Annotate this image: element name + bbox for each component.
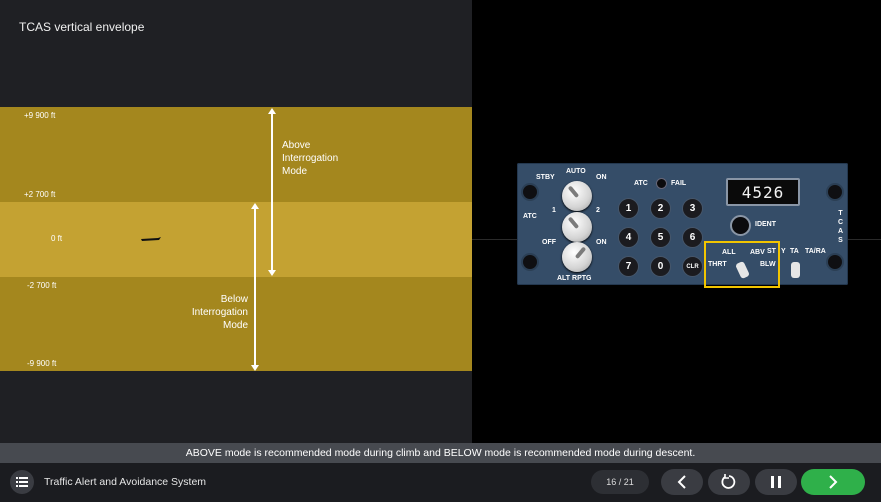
tcas-y-label: Y xyxy=(781,248,786,255)
panel-screw xyxy=(521,253,539,271)
chevron-right-icon xyxy=(829,475,838,489)
list-menu-icon xyxy=(16,477,28,487)
xpdr-2-label: 2 xyxy=(596,207,600,214)
panel-screw xyxy=(826,183,844,201)
key-1[interactable]: 1 xyxy=(618,198,639,219)
panel-screw xyxy=(826,253,844,271)
slide-title: TCAS vertical envelope xyxy=(19,20,145,34)
above-range-arrow xyxy=(271,113,273,270)
ident-label: IDENT xyxy=(755,221,776,228)
transponder-selector-knob[interactable] xyxy=(562,212,592,242)
upper-band xyxy=(0,107,472,202)
ident-button[interactable] xyxy=(730,215,751,236)
stby-label: STBY xyxy=(536,174,555,181)
slide-stage: TCAS vertical envelope +9 900 ft +2 700 … xyxy=(0,0,881,443)
previous-button[interactable] xyxy=(661,469,703,495)
below-arrow-head-bottom xyxy=(251,365,259,371)
key-0[interactable]: 0 xyxy=(650,256,671,277)
center-band xyxy=(0,202,472,277)
altitude-label: +2 700 ft xyxy=(24,190,56,199)
key-7[interactable]: 7 xyxy=(618,256,639,277)
envelope-diagram: TCAS vertical envelope +9 900 ft +2 700 … xyxy=(0,0,472,443)
above-mode-label: Above Interrogation Mode xyxy=(282,140,339,177)
replay-button[interactable] xyxy=(708,469,750,495)
mode-selector-knob[interactable] xyxy=(562,181,592,211)
xpdr-1-label: 1 xyxy=(552,207,556,214)
next-button[interactable] xyxy=(801,469,865,495)
atc-side-label: ATC xyxy=(523,213,537,220)
alt-on-label: ON xyxy=(596,239,607,246)
key-3[interactable]: 3 xyxy=(682,198,703,219)
course-title: Traffic Alert and Avoidance System xyxy=(44,476,207,488)
range-switch-highlight xyxy=(704,241,780,288)
atc-fail-label: FAIL xyxy=(671,180,687,187)
pause-button[interactable] xyxy=(755,469,797,495)
on-label: ON xyxy=(596,174,607,181)
panel-screw xyxy=(521,183,539,201)
alt-rptg-label: ALT RPTG xyxy=(557,275,592,282)
tcas-ta-label: TA xyxy=(790,248,799,255)
altitude-label: -9 900 ft xyxy=(27,359,57,368)
above-arrow-head-bottom xyxy=(268,270,276,276)
chevron-left-icon xyxy=(677,475,686,489)
alt-off-label: OFF xyxy=(542,239,556,246)
caption-text: ABOVE mode is recommended mode during cl… xyxy=(185,447,696,459)
aircraft-icon xyxy=(141,237,161,241)
altitude-label: 0 ft xyxy=(51,234,63,243)
below-range-arrow xyxy=(254,208,256,365)
altitude-label: -2 700 ft xyxy=(27,281,57,290)
alt-reporting-knob[interactable] xyxy=(562,242,592,272)
auto-label: AUTO xyxy=(566,168,586,175)
page-counter: 16 / 21 xyxy=(591,470,649,494)
atc-fail-atc-label: ATC xyxy=(634,180,648,187)
key-2[interactable]: 2 xyxy=(650,198,671,219)
squawk-code-display: 4526 xyxy=(726,178,800,206)
clear-key[interactable]: CLR xyxy=(682,256,703,277)
key-4[interactable]: 4 xyxy=(618,227,639,248)
pause-icon xyxy=(771,476,781,488)
tcas-side-label: TCAS xyxy=(837,210,844,244)
below-mode-label: Below Interrogation Mode xyxy=(191,294,248,331)
menu-button[interactable] xyxy=(10,470,34,494)
tcas-mode-switch[interactable] xyxy=(791,262,800,278)
altitude-label: +9 900 ft xyxy=(24,111,56,120)
replay-icon xyxy=(721,474,736,489)
player-toolbar: Traffic Alert and Avoidance System 16 / … xyxy=(0,463,881,502)
fail-light-icon xyxy=(656,178,667,189)
caption-bar: ABOVE mode is recommended mode during cl… xyxy=(0,443,881,463)
tcas-tara-label: TA/RA xyxy=(805,248,826,255)
key-6[interactable]: 6 xyxy=(682,227,703,248)
key-5[interactable]: 5 xyxy=(650,227,671,248)
